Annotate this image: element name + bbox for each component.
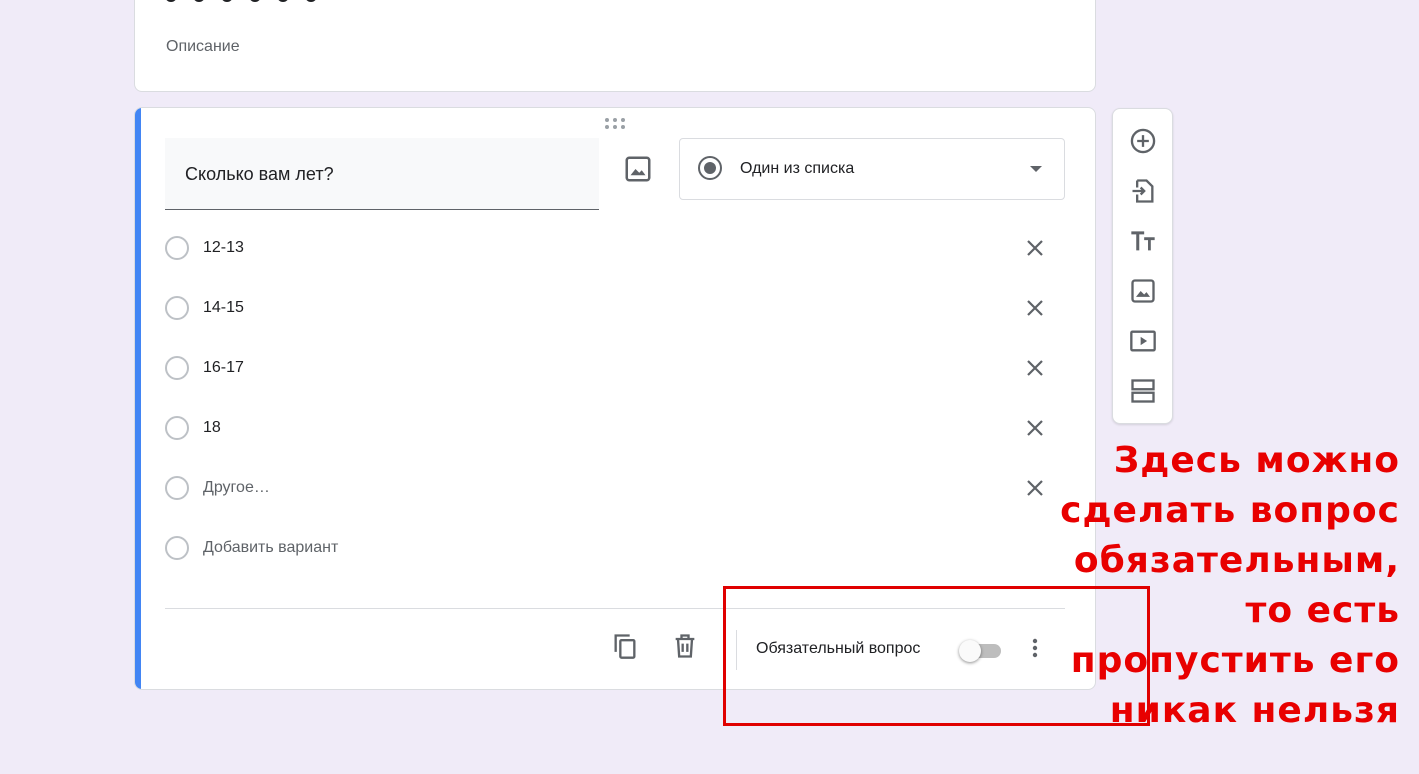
question-title-input[interactable]: Сколько вам лет? bbox=[165, 138, 599, 210]
option-label[interactable]: 12-13 bbox=[203, 239, 244, 257]
add-image-icon[interactable] bbox=[1129, 277, 1157, 305]
side-toolbar bbox=[1112, 108, 1173, 424]
remove-option-icon[interactable] bbox=[1023, 296, 1047, 320]
form-title-fragment bbox=[165, 0, 355, 3]
add-image-icon[interactable] bbox=[623, 154, 653, 184]
option-row[interactable]: 12-13 bbox=[165, 228, 1065, 268]
form-header-card: Описание bbox=[134, 0, 1096, 92]
import-questions-icon[interactable] bbox=[1129, 177, 1157, 205]
remove-option-icon[interactable] bbox=[1023, 476, 1047, 500]
add-title-icon[interactable] bbox=[1129, 227, 1157, 255]
remove-option-icon[interactable] bbox=[1023, 236, 1047, 260]
option-label[interactable]: 14-15 bbox=[203, 299, 244, 317]
radio-icon bbox=[165, 356, 189, 380]
active-card-accent bbox=[135, 108, 141, 689]
question-type-dropdown[interactable]: Один из списка bbox=[679, 138, 1065, 200]
other-option-label[interactable]: Другое… bbox=[203, 479, 270, 497]
add-option-label[interactable]: Добавить вариант bbox=[203, 539, 338, 557]
radio-icon bbox=[165, 236, 189, 260]
radio-icon bbox=[165, 296, 189, 320]
form-description[interactable]: Описание bbox=[166, 38, 240, 56]
add-question-icon[interactable] bbox=[1129, 127, 1157, 155]
dropdown-arrow-icon bbox=[1030, 166, 1042, 172]
drag-handle-icon[interactable] bbox=[605, 118, 627, 130]
option-label[interactable]: 16-17 bbox=[203, 359, 244, 377]
add-option-row[interactable]: Добавить вариант bbox=[165, 528, 1065, 568]
option-label[interactable]: 18 bbox=[203, 419, 221, 437]
add-section-icon[interactable] bbox=[1129, 377, 1157, 405]
annotation-text: Здесь можно сделать вопрос обязательным,… bbox=[1060, 440, 1400, 731]
radio-type-icon bbox=[698, 156, 722, 180]
question-type-label: Один из списка bbox=[740, 160, 855, 177]
remove-option-icon[interactable] bbox=[1023, 416, 1047, 440]
duplicate-icon[interactable] bbox=[611, 632, 639, 660]
radio-icon bbox=[165, 536, 189, 560]
question-title-text: Сколько вам лет? bbox=[185, 164, 334, 184]
delete-icon[interactable] bbox=[671, 632, 699, 660]
option-row-other[interactable]: Другое… bbox=[165, 468, 1065, 508]
option-row[interactable]: 18 bbox=[165, 408, 1065, 448]
radio-icon bbox=[165, 476, 189, 500]
remove-option-icon[interactable] bbox=[1023, 356, 1047, 380]
option-row[interactable]: 16-17 bbox=[165, 348, 1065, 388]
radio-icon bbox=[165, 416, 189, 440]
add-video-icon[interactable] bbox=[1129, 327, 1157, 355]
option-row[interactable]: 14-15 bbox=[165, 288, 1065, 328]
